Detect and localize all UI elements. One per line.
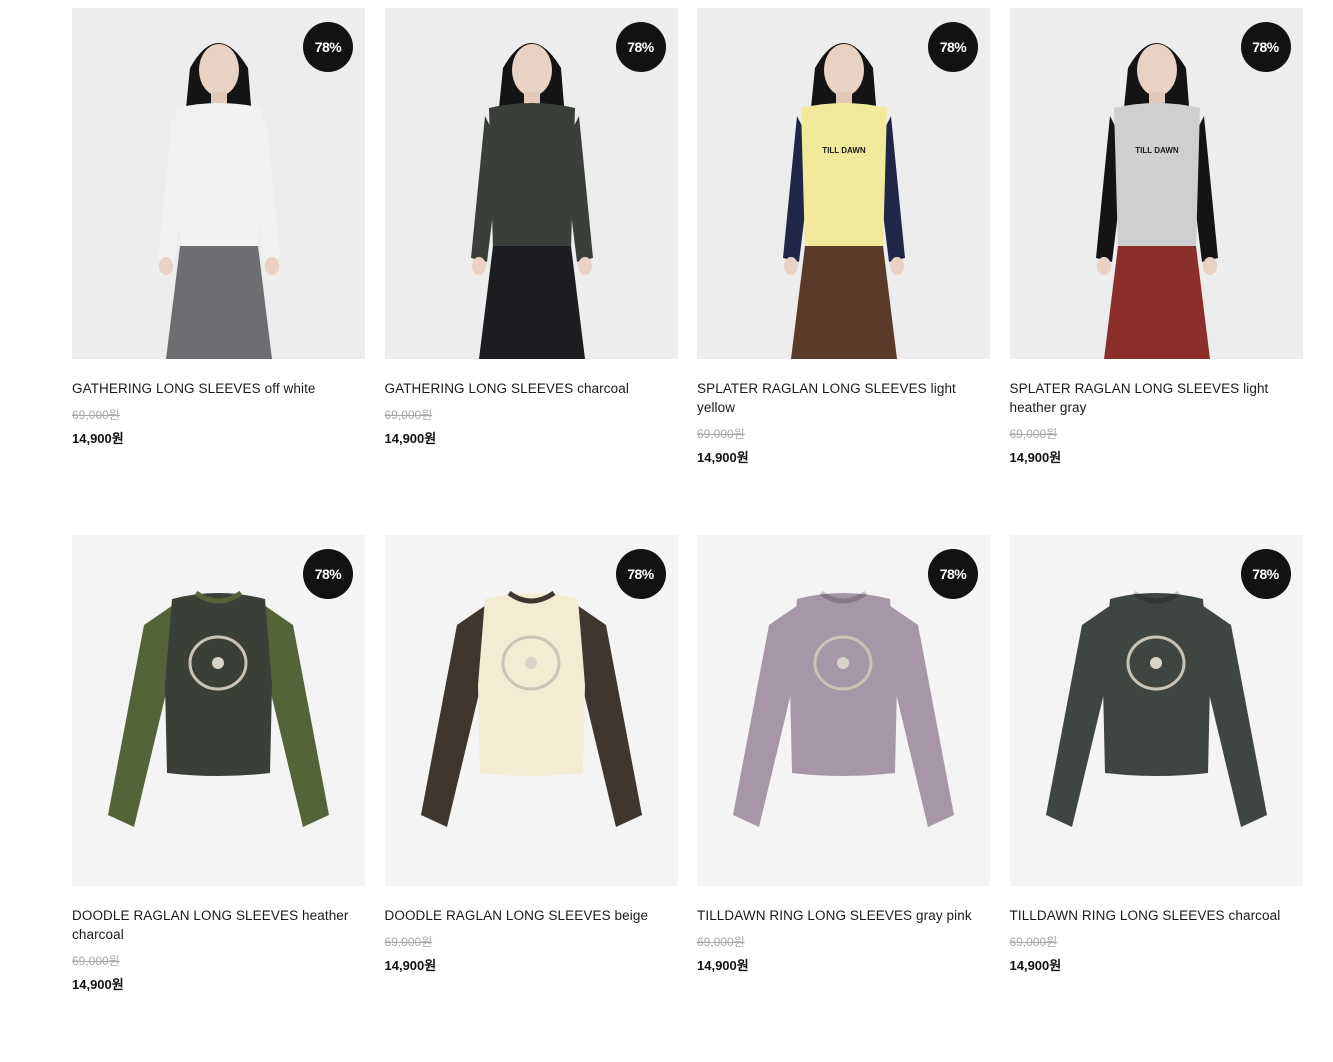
product-card[interactable]: 78% TILLDAWN RING LONG SLEEVES gray pink…: [697, 535, 990, 1062]
product-card[interactable]: 78% TILLDAWN RING LONG SLEEVES charcoal …: [1009, 535, 1303, 1062]
original-price: 69,000원: [697, 935, 745, 949]
sale-price: 14,900원: [72, 431, 124, 446]
sale-price: 14,900원: [1009, 450, 1062, 465]
original-price: 69,000원: [1009, 427, 1058, 441]
product-card[interactable]: 78% GATHERING LONG SLEEVES off white 69,…: [72, 8, 365, 535]
original-price: 69,000원: [384, 935, 433, 949]
product-name[interactable]: TILLDAWN RING LONG SLEEVES gray pink: [697, 906, 982, 925]
original-price: 69,000원: [72, 954, 120, 968]
original-price: 69,000원: [72, 408, 120, 422]
product-card[interactable]: TILL DAWN 78% SPLATER RAGLAN LONG SLEEVE…: [697, 8, 990, 535]
product-card[interactable]: 78% GATHERING LONG SLEEVES charcoal 69,0…: [384, 8, 678, 535]
product-name[interactable]: DOODLE RAGLAN LONG SLEEVES beige: [385, 906, 670, 925]
product-name[interactable]: GATHERING LONG SLEEVES charcoal: [385, 379, 670, 398]
product-name[interactable]: SPLATER RAGLAN LONG SLEEVES light heathe…: [1010, 379, 1295, 417]
discount-badge: 78%: [928, 22, 978, 72]
shirt-print: TILL DAWN: [822, 146, 866, 155]
discount-badge: 78%: [615, 549, 666, 599]
product-grid: 78% GATHERING LONG SLEEVES off white 69,…: [72, 8, 1303, 1062]
product-card[interactable]: TILL DAWN 78% SPLATER RAGLAN LONG SLEEVE…: [1009, 8, 1303, 535]
product-name[interactable]: GATHERING LONG SLEEVES off white: [72, 379, 357, 398]
discount-badge: 78%: [615, 22, 666, 72]
product-name[interactable]: TILLDAWN RING LONG SLEEVES charcoal: [1010, 906, 1295, 925]
original-price: 69,000원: [697, 427, 745, 441]
sale-price: 14,900원: [697, 958, 749, 973]
discount-badge: 78%: [303, 22, 353, 72]
sale-price: 14,900원: [1009, 958, 1062, 973]
discount-badge: 78%: [1240, 549, 1291, 599]
sale-price: 14,900원: [72, 977, 124, 992]
product-name[interactable]: SPLATER RAGLAN LONG SLEEVES light yellow: [697, 379, 982, 417]
sale-price: 14,900원: [697, 450, 749, 465]
shirt-print: TILL DAWN: [1135, 146, 1179, 155]
discount-badge: 78%: [928, 549, 978, 599]
sale-price: 14,900원: [384, 431, 437, 446]
sale-price: 14,900원: [384, 958, 437, 973]
product-name[interactable]: DOODLE RAGLAN LONG SLEEVES heather charc…: [72, 906, 357, 944]
product-card[interactable]: 78% DOODLE RAGLAN LONG SLEEVES beige 69,…: [384, 535, 678, 1062]
original-price: 69,000원: [384, 408, 433, 422]
original-price: 69,000원: [1009, 935, 1058, 949]
discount-badge: 78%: [303, 549, 353, 599]
product-card[interactable]: 78% DOODLE RAGLAN LONG SLEEVES heather c…: [72, 535, 365, 1062]
discount-badge: 78%: [1240, 22, 1291, 72]
